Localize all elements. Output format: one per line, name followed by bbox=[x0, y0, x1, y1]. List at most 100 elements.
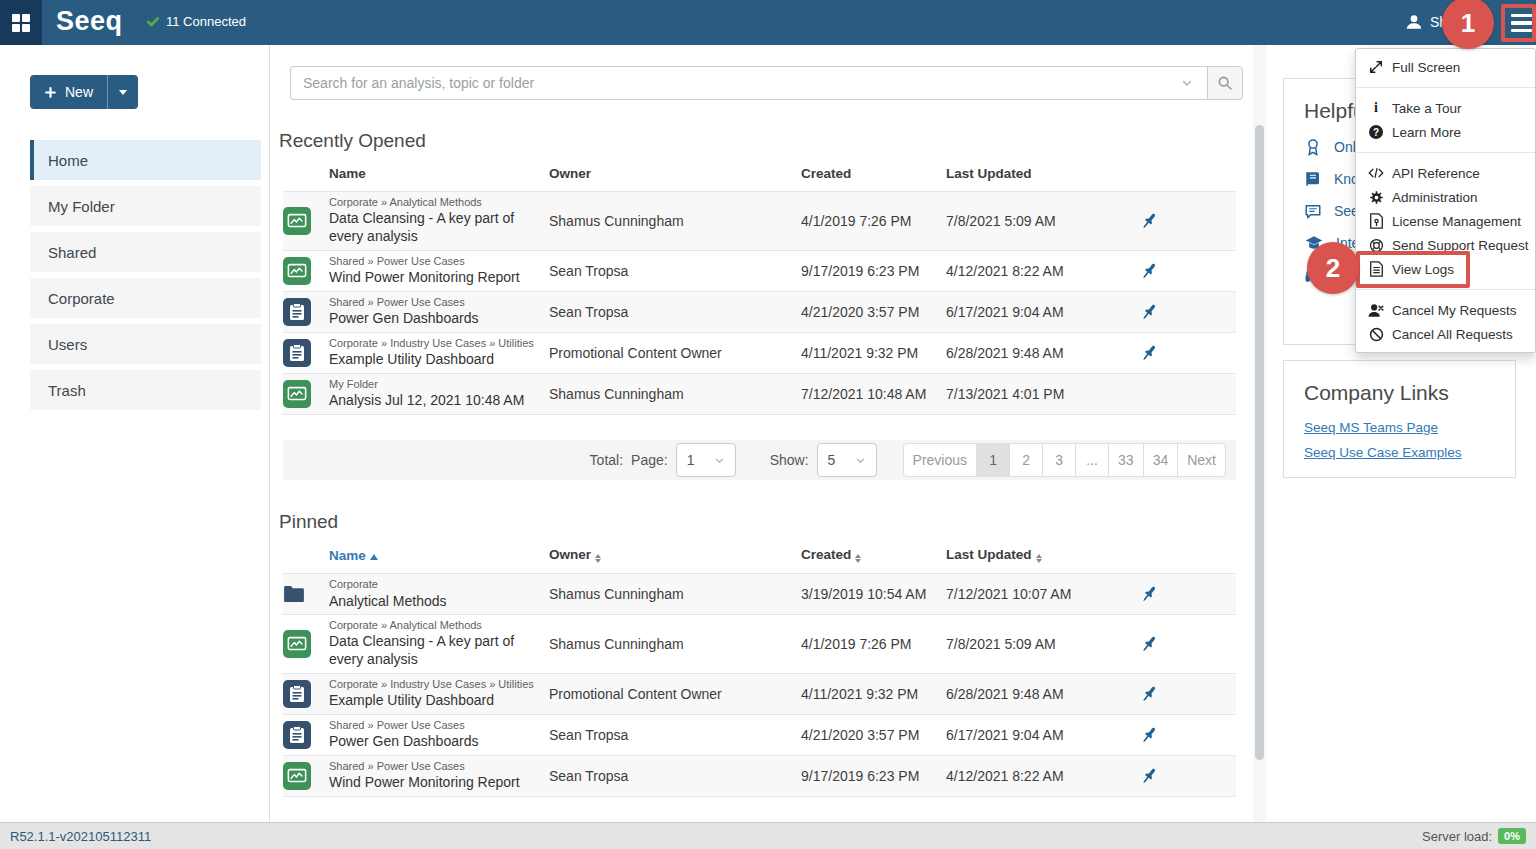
table-row[interactable]: Shared » Power Use CasesPower Gen Dashbo… bbox=[283, 714, 1236, 755]
page-button-33[interactable]: 33 bbox=[1109, 443, 1144, 477]
menu-item-license-management[interactable]: License Management bbox=[1356, 209, 1535, 233]
new-dropdown-caret[interactable] bbox=[107, 75, 138, 109]
item-name[interactable]: Analysis Jul 12, 2021 10:48 AM bbox=[329, 391, 549, 409]
item-breadcrumb: Corporate » Analytical Methods bbox=[329, 196, 549, 209]
pin-icon[interactable] bbox=[1135, 207, 1163, 235]
pin-icon[interactable] bbox=[1135, 298, 1163, 326]
menu-item-api-reference[interactable]: API Reference bbox=[1356, 161, 1535, 185]
topic-icon bbox=[283, 339, 311, 367]
page-button-2[interactable]: 2 bbox=[1010, 443, 1043, 477]
analysis-icon bbox=[283, 257, 311, 285]
item-name[interactable]: Wind Power Monitoring Report bbox=[329, 268, 549, 286]
item-name[interactable]: Power Gen Dashboards bbox=[329, 309, 549, 327]
vertical-scrollbar[interactable] bbox=[1253, 45, 1266, 822]
sidebar-item-trash[interactable]: Trash bbox=[30, 370, 261, 410]
item-owner: Sean Tropsa bbox=[549, 714, 801, 755]
item-breadcrumb: Corporate » Industry Use Cases » Utiliti… bbox=[329, 337, 549, 350]
item-breadcrumb: Shared » Power Use Cases bbox=[329, 719, 549, 732]
menu-item-learn-more[interactable]: ?Learn More bbox=[1356, 120, 1535, 144]
item-name[interactable]: Analytical Methods bbox=[329, 592, 549, 610]
item-created: 9/17/2019 6:23 PM bbox=[801, 250, 946, 291]
pin-icon[interactable] bbox=[1135, 630, 1163, 658]
analysis-icon bbox=[283, 630, 311, 658]
expand-icon bbox=[1368, 60, 1384, 74]
pin-icon[interactable] bbox=[1135, 721, 1163, 749]
table-row[interactable]: Corporate » Analytical MethodsData Clean… bbox=[283, 192, 1236, 251]
page-select[interactable]: 1 bbox=[676, 443, 736, 477]
menu-item-full-screen[interactable]: Full Screen bbox=[1356, 55, 1535, 79]
info-icon: i bbox=[1368, 100, 1384, 116]
analysis-icon bbox=[283, 207, 311, 235]
item-breadcrumb: Corporate » Industry Use Cases » Utiliti… bbox=[329, 678, 549, 691]
sidebar-item-users[interactable]: Users bbox=[30, 324, 261, 364]
item-name[interactable]: Example Utility Dashboard bbox=[329, 350, 549, 368]
company-link[interactable]: Seeq MS Teams Page bbox=[1304, 420, 1495, 435]
topic-icon bbox=[283, 721, 311, 749]
table-row[interactable]: Corporate » Industry Use Cases » Utiliti… bbox=[283, 332, 1236, 373]
connection-status[interactable]: 11 Connected bbox=[146, 14, 246, 29]
sidebar-item-shared[interactable]: Shared bbox=[30, 232, 261, 272]
company-links-title: Company Links bbox=[1304, 381, 1495, 405]
item-updated: 7/8/2021 5:09 AM bbox=[946, 615, 1096, 674]
plus-icon bbox=[44, 86, 57, 99]
page-button-...[interactable]: ... bbox=[1076, 443, 1109, 477]
page-button-34[interactable]: 34 bbox=[1144, 443, 1179, 477]
search-input[interactable]: Search for an analysis, topic or folder bbox=[290, 66, 1207, 100]
sidebar-item-my-folder[interactable]: My Folder bbox=[30, 186, 261, 226]
version-label: R52.1.1-v202105112311 bbox=[10, 829, 151, 844]
table-row[interactable]: Shared » Power Use CasesPower Gen Dashbo… bbox=[283, 291, 1236, 332]
item-updated: 6/28/2021 9:48 AM bbox=[946, 673, 1096, 714]
item-created: 4/1/2019 7:26 PM bbox=[801, 192, 946, 251]
menu-item-cancel-all-requests[interactable]: Cancel All Requests bbox=[1356, 322, 1535, 346]
apps-grid-icon[interactable] bbox=[0, 0, 42, 45]
sidebar-item-corporate[interactable]: Corporate bbox=[30, 278, 261, 318]
column-header-created[interactable]: Created bbox=[801, 539, 946, 574]
item-name[interactable]: Data Cleansing - A key part of every ana… bbox=[329, 632, 549, 668]
chevron-down-icon[interactable] bbox=[1181, 77, 1193, 89]
column-header-last-updated: Last Updated bbox=[946, 158, 1096, 192]
page-button-previous[interactable]: Previous bbox=[903, 443, 977, 477]
table-row[interactable]: CorporateAnalytical MethodsShamus Cunnin… bbox=[283, 574, 1236, 615]
item-name[interactable]: Wind Power Monitoring Report bbox=[329, 773, 549, 791]
show-select[interactable]: 5 bbox=[817, 443, 877, 477]
pin-icon[interactable] bbox=[1135, 580, 1163, 608]
scrollbar-thumb[interactable] bbox=[1255, 125, 1264, 760]
company-link[interactable]: Seeq Use Case Examples bbox=[1304, 445, 1495, 460]
seeq-logo[interactable]: Seeq bbox=[56, 6, 123, 37]
sort-icon bbox=[855, 554, 861, 563]
item-owner: Shamus Cunningham bbox=[549, 373, 801, 414]
item-updated: 6/28/2021 9:48 AM bbox=[946, 332, 1096, 373]
sidebar-item-home[interactable]: Home bbox=[30, 140, 261, 180]
table-row[interactable]: My FolderAnalysis Jul 12, 2021 10:48 AMS… bbox=[283, 373, 1236, 414]
pin-icon[interactable] bbox=[1135, 680, 1163, 708]
recently-opened-title: Recently Opened bbox=[279, 130, 426, 152]
pin-icon[interactable] bbox=[1135, 339, 1163, 367]
page-button-1[interactable]: 1 bbox=[977, 443, 1010, 477]
item-updated: 6/17/2021 9:04 AM bbox=[946, 291, 1096, 332]
item-created: 3/19/2019 10:54 AM bbox=[801, 574, 946, 615]
table-row[interactable]: Corporate » Industry Use Cases » Utiliti… bbox=[283, 673, 1236, 714]
search-button[interactable] bbox=[1207, 66, 1243, 100]
page-button-3[interactable]: 3 bbox=[1043, 443, 1076, 477]
column-header-owner[interactable]: Owner bbox=[549, 539, 801, 574]
new-button[interactable]: New bbox=[30, 75, 138, 109]
page-button-next[interactable]: Next bbox=[1178, 443, 1226, 477]
page-label: Page: bbox=[631, 452, 668, 468]
pinned-table: NameOwnerCreatedLast UpdatedCorporateAna… bbox=[283, 539, 1236, 797]
pin-icon[interactable] bbox=[1135, 257, 1163, 285]
item-name[interactable]: Power Gen Dashboards bbox=[329, 732, 549, 750]
item-name[interactable]: Data Cleansing - A key part of every ana… bbox=[329, 209, 549, 245]
item-name[interactable]: Example Utility Dashboard bbox=[329, 691, 549, 709]
menu-item-administration[interactable]: Administration bbox=[1356, 185, 1535, 209]
column-header-name: Name bbox=[329, 158, 549, 192]
menu-item-cancel-my-requests[interactable]: Cancel My Requests bbox=[1356, 298, 1535, 322]
table-row[interactable]: Corporate » Analytical MethodsData Clean… bbox=[283, 615, 1236, 674]
left-sidebar: New Home My Folder Shared Corporate Users Tra… bbox=[0, 45, 270, 822]
column-header-last-updated[interactable]: Last Updated bbox=[946, 539, 1096, 574]
pin-icon[interactable] bbox=[1135, 762, 1163, 790]
item-owner: Shamus Cunningham bbox=[549, 615, 801, 674]
table-row[interactable]: Shared » Power Use CasesWind Power Monit… bbox=[283, 755, 1236, 796]
menu-item-take-a-tour[interactable]: iTake a Tour bbox=[1356, 96, 1535, 120]
column-header-name[interactable]: Name bbox=[329, 539, 549, 574]
table-row[interactable]: Shared » Power Use CasesWind Power Monit… bbox=[283, 250, 1236, 291]
